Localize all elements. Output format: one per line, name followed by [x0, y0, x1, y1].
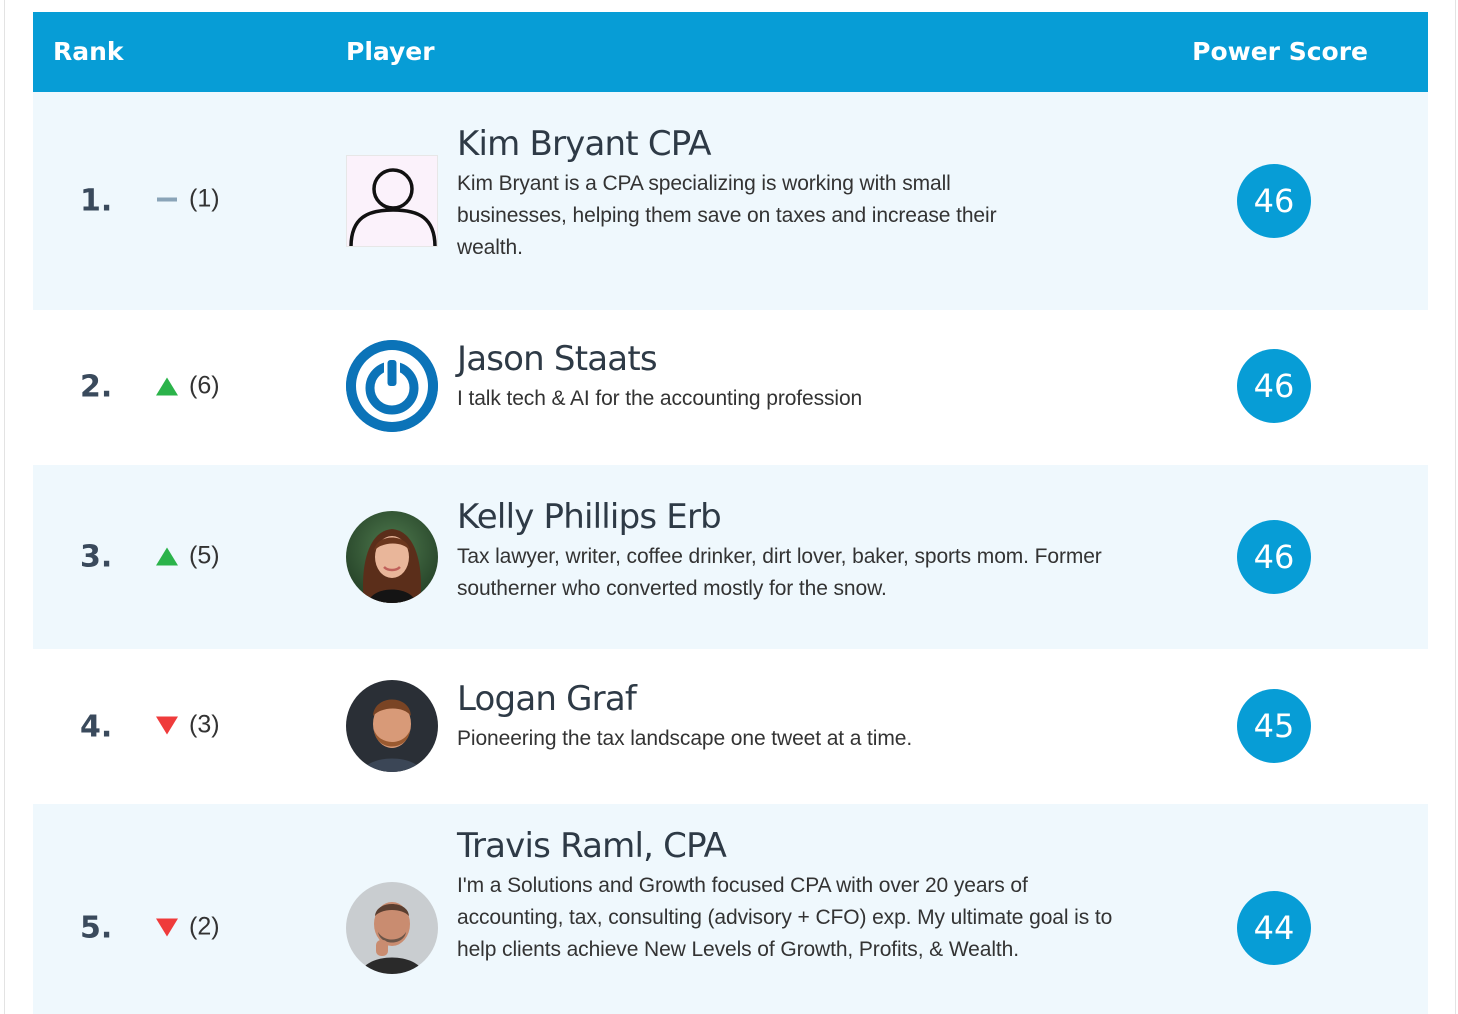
power-logo-icon[interactable]	[346, 340, 438, 432]
default-user-icon[interactable]	[346, 155, 438, 247]
power-rankings-table: Rank Player Power Score 1. (1) Kim Bryan…	[33, 12, 1428, 1014]
player-info: Kelly Phillips Erb Tax lawyer, writer, c…	[457, 497, 1117, 605]
rank-change: (3)	[155, 711, 220, 740]
rank-number: 2.	[80, 369, 113, 405]
power-score-column-header: Power Score	[1192, 37, 1368, 66]
rank-change: (2)	[155, 913, 220, 942]
profile-photo[interactable]	[346, 511, 438, 603]
table-row[interactable]: 5. (2) Travis Raml, CPA I'm a Solutions …	[33, 804, 1428, 1014]
arrow-up-icon	[156, 377, 178, 395]
player-description: I talk tech & AI for the accounting prof…	[457, 387, 863, 410]
table-row[interactable]: 4. (3) Logan Graf Pioneering the tax lan…	[33, 649, 1428, 804]
player-description: Pioneering the tax landscape one tweet a…	[457, 727, 913, 750]
arrow-down-icon	[156, 918, 178, 936]
table-row[interactable]: 1. (1) Kim Bryant CPA Kim Bryant is a CP…	[33, 92, 1428, 310]
player-info: Logan Graf Pioneering the tax landscape …	[457, 679, 1107, 755]
rank-change: (6)	[155, 372, 220, 401]
power-score-badge: 46	[1237, 349, 1311, 423]
profile-photo[interactable]	[346, 680, 438, 772]
player-info: Kim Bryant CPA Kim Bryant is a CPA speci…	[457, 124, 1057, 264]
table-row[interactable]: 3. (5) Kelly Phillips Erb Tax lawyer, wr…	[33, 465, 1428, 649]
rank-change-value: (5)	[189, 541, 220, 570]
power-score-badge: 45	[1237, 689, 1311, 763]
power-score-badge: 46	[1237, 164, 1311, 238]
rank-number: 3.	[80, 539, 113, 575]
rank-change-value: (6)	[189, 371, 220, 400]
rank-column-header: Rank	[53, 37, 124, 66]
rank-change-value: (2)	[189, 912, 220, 941]
rank-number: 1.	[80, 183, 113, 219]
player-name[interactable]: Jason Staats	[457, 339, 1107, 379]
rank-change: (5)	[155, 542, 220, 571]
rank-number: 5.	[80, 910, 113, 946]
player-name[interactable]: Logan Graf	[457, 679, 1107, 719]
rank-change-value: (1)	[189, 184, 220, 213]
rank-change-value: (3)	[189, 710, 220, 739]
player-description: Kim Bryant is a CPA specializing is work…	[457, 172, 997, 259]
profile-photo[interactable]	[346, 882, 438, 974]
arrow-down-icon	[156, 716, 178, 734]
rank-number: 4.	[80, 709, 113, 745]
player-name[interactable]: Kim Bryant CPA	[457, 124, 1057, 164]
power-score-badge: 44	[1237, 891, 1311, 965]
player-name[interactable]: Kelly Phillips Erb	[457, 497, 1117, 537]
player-info: Travis Raml, CPA I'm a Solutions and Gro…	[457, 826, 1117, 966]
player-column-header: Player	[346, 37, 435, 66]
power-score-badge: 46	[1237, 520, 1311, 594]
player-info: Jason Staats I talk tech & AI for the ac…	[457, 339, 1107, 415]
player-description: Tax lawyer, writer, coffee drinker, dirt…	[457, 545, 1102, 600]
rank-change: (1)	[155, 185, 220, 214]
player-description: I'm a Solutions and Growth focused CPA w…	[457, 874, 1113, 961]
table-row[interactable]: 2. (6) Jason Staats I talk tech & AI for…	[33, 310, 1428, 465]
no-change-icon	[157, 197, 177, 201]
arrow-up-icon	[156, 547, 178, 565]
table-header: Rank Player Power Score	[33, 12, 1428, 92]
player-name[interactable]: Travis Raml, CPA	[457, 826, 1117, 866]
